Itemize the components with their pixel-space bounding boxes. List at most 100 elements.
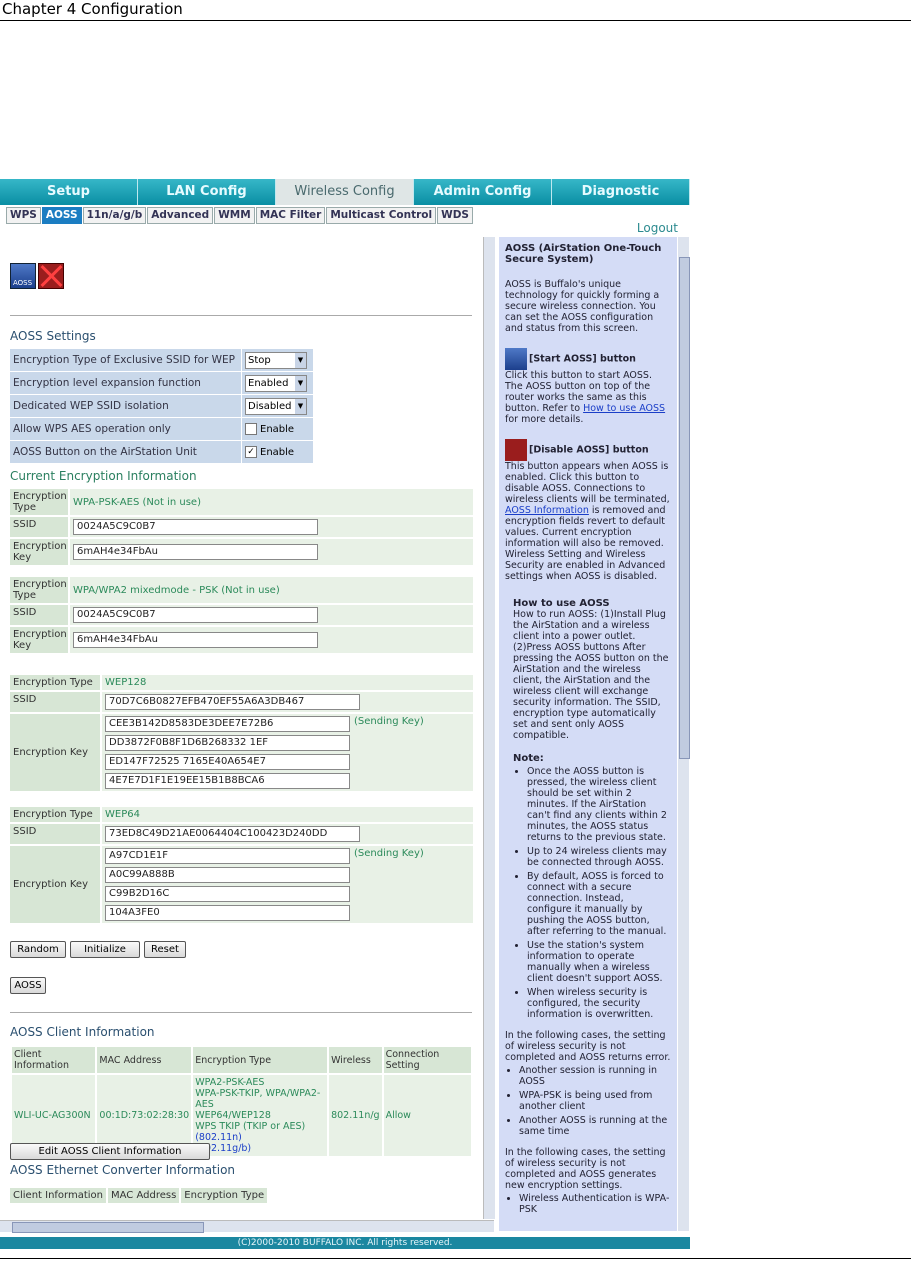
subtab-aoss[interactable]: AOSS bbox=[41, 207, 82, 224]
logout-link[interactable]: Logout bbox=[637, 221, 678, 235]
edit-client-info-button[interactable]: Edit AOSS Client Information bbox=[10, 1143, 210, 1160]
settings-row: Encryption Type of Exclusive SSID for WE… bbox=[10, 349, 313, 371]
enc-key-label: Encryption Key bbox=[10, 846, 100, 923]
wep-key-field[interactable]: C99B2D16C bbox=[105, 886, 350, 902]
initialize-button[interactable]: Initialize bbox=[70, 941, 140, 958]
wep-key-field[interactable]: ED147F72525 7165E40A654E7 bbox=[105, 754, 350, 770]
enc-type-value: WEP64 bbox=[102, 807, 473, 822]
content-horizontal-scrollbar[interactable] bbox=[0, 1220, 494, 1233]
list-item: WPA-PSK is being used from another clien… bbox=[519, 1090, 671, 1112]
col-mac: MAC Address bbox=[97, 1047, 192, 1073]
content-vertical-scrollbar[interactable] bbox=[483, 237, 495, 1219]
ssid-field[interactable]: 73ED8C49D21AE0064404C100423D240DD bbox=[105, 826, 360, 842]
subtab-11n[interactable]: 11n/a/g/b bbox=[82, 207, 147, 224]
enc-line: WPA2-PSK-AES bbox=[195, 1077, 265, 1088]
main-tabs: Setup LAN Config Wireless Config Admin C… bbox=[0, 179, 690, 205]
tab-setup[interactable]: Setup bbox=[0, 179, 138, 205]
tab-wireless-config[interactable]: Wireless Config bbox=[276, 179, 414, 205]
subtab-mac-filter[interactable]: MAC Filter bbox=[255, 207, 326, 224]
following1-list: Another session is running in AOSS WPA-P… bbox=[519, 1065, 671, 1137]
wps-aes-checkbox[interactable] bbox=[245, 423, 257, 435]
wep-key-field[interactable]: DD3872F0B8F1D6B268332 1EF bbox=[105, 735, 350, 751]
help-start-text2: for more details. bbox=[505, 414, 584, 425]
note-item: Once the AOSS button is pressed, the wir… bbox=[527, 766, 671, 843]
aoss-button-checkbox[interactable]: ✓ bbox=[245, 446, 257, 458]
col-connection: Connection Setting bbox=[383, 1047, 471, 1073]
enc-key-label: Encryption Key bbox=[10, 627, 68, 653]
ssid-field[interactable]: 70D7C6B0827EFB470EF55A6A3DB467 bbox=[105, 694, 360, 710]
help-disable-text: This button appears when AOSS is enabled… bbox=[505, 461, 670, 505]
client-wireless: 802.11n/g bbox=[329, 1075, 382, 1156]
client-enc: WPA2-PSK-AES WPA-PSK-TKIP, WPA/WPA2-AES … bbox=[193, 1075, 328, 1156]
start-aoss-icon[interactable]: AOSS bbox=[10, 263, 36, 289]
enc-type-value: WPA/WPA2 mixedmode - PSK (Not in use) bbox=[70, 577, 473, 603]
wep-key-field[interactable]: 4E7E7D1F1E19EE15B1B8BCA6 bbox=[105, 773, 350, 789]
disable-aoss-help-title: [Disable AOSS] button bbox=[529, 444, 649, 456]
subtab-wds[interactable]: WDS bbox=[437, 207, 473, 224]
enc-mode-label: (802.11n) bbox=[195, 1132, 242, 1143]
random-button[interactable]: Random bbox=[10, 941, 66, 958]
encryption-expansion-select[interactable]: Enabled bbox=[245, 374, 307, 392]
checkbox-label: Enable bbox=[260, 423, 295, 435]
start-aoss-help-title: [Start AOSS] button bbox=[529, 353, 636, 365]
wep-ssid-encryption-select[interactable]: Stop bbox=[245, 351, 307, 369]
eth-col-mac: MAC Address bbox=[108, 1188, 180, 1203]
how-to-use-aoss-link[interactable]: How to use AOSS bbox=[583, 403, 665, 414]
note-item: Use the station's system information to … bbox=[527, 940, 671, 984]
enc-key-field[interactable]: 6mAH4e34FbAu bbox=[73, 632, 318, 648]
tab-lan-config[interactable]: LAN Config bbox=[138, 179, 276, 205]
scroll-thumb[interactable] bbox=[12, 1222, 204, 1233]
note-item: When wireless security is configured, th… bbox=[527, 987, 671, 1020]
router-admin-screenshot: Setup LAN Config Wireless Config Admin C… bbox=[0, 179, 690, 1249]
help-scroll-thumb[interactable] bbox=[679, 257, 690, 759]
subtab-advanced[interactable]: Advanced bbox=[147, 207, 214, 224]
wep-key-field[interactable]: CEE3B142D8583DE3DEE7E72B6 bbox=[105, 716, 350, 732]
subtab-wps[interactable]: WPS bbox=[6, 207, 41, 224]
help-following1: In the following cases, the setting of w… bbox=[505, 1030, 671, 1063]
wep-key-field[interactable]: A97CD1E1F bbox=[105, 848, 350, 864]
enc-line: WPA-PSK-TKIP, WPA/WPA2-AES bbox=[195, 1088, 321, 1110]
checkbox-label: Enable bbox=[260, 446, 295, 458]
wep-key-field[interactable]: 104A3FE0 bbox=[105, 905, 350, 921]
help-title: AOSS (AirStation One-Touch Secure System… bbox=[505, 243, 662, 265]
wep-key-field[interactable]: A0C99A888B bbox=[105, 867, 350, 883]
help-vertical-scrollbar[interactable] bbox=[678, 237, 690, 1231]
settings-row: Allow WPS AES operation only Enable bbox=[10, 418, 313, 440]
subtab-wmm[interactable]: WMM bbox=[214, 207, 255, 224]
enc-mode-label: (802.11g/b) bbox=[195, 1143, 252, 1154]
ssid-field[interactable]: 0024A5C9C0B7 bbox=[73, 519, 318, 535]
list-item: Wireless Authentication is WPA-PSK bbox=[519, 1193, 671, 1215]
enc-type-label: Encryption Type bbox=[10, 675, 100, 690]
start-aoss-help-icon bbox=[505, 348, 527, 370]
disable-aoss-icon[interactable] bbox=[38, 263, 64, 289]
enc-key-field[interactable]: 6mAH4e34FbAu bbox=[73, 544, 318, 560]
enc-line: WEP64/WEP128 bbox=[195, 1110, 271, 1121]
ssid-label: SSID bbox=[10, 692, 100, 712]
enc-type-label: Encryption Type bbox=[10, 489, 68, 515]
wep-isolation-select[interactable]: Disabled bbox=[245, 397, 307, 415]
settings-label: AOSS Button on the AirStation Unit bbox=[10, 441, 241, 463]
subtab-multicast[interactable]: Multicast Control bbox=[326, 207, 437, 224]
client-setting: Allow bbox=[383, 1075, 471, 1156]
following2-list: Wireless Authentication is WPA-PSK bbox=[519, 1193, 671, 1215]
ssid-field[interactable]: 0024A5C9C0B7 bbox=[73, 607, 318, 623]
settings-label: Allow WPS AES operation only bbox=[10, 418, 241, 440]
eth-col-enc: Encryption Type bbox=[181, 1188, 268, 1203]
encryption-block-mixed: Encryption Type WPA/WPA2 mixedmode - PSK … bbox=[10, 577, 473, 655]
aoss-button[interactable]: AOSS bbox=[10, 977, 46, 994]
divider bbox=[10, 315, 472, 316]
ethernet-converter-header: Client Information MAC Address Encryptio… bbox=[10, 1188, 269, 1203]
tab-admin-config[interactable]: Admin Config bbox=[414, 179, 552, 205]
how-to-title: How to use AOSS bbox=[513, 598, 610, 609]
ssid-label: SSID bbox=[10, 517, 68, 537]
document-footer-line bbox=[0, 1258, 911, 1259]
aoss-settings-title: AOSS Settings bbox=[10, 329, 96, 343]
tab-diagnostic[interactable]: Diagnostic bbox=[552, 179, 690, 205]
settings-row: Encryption level expansion function Enab… bbox=[10, 372, 313, 394]
reset-button[interactable]: Reset bbox=[144, 941, 186, 958]
disable-aoss-help-icon bbox=[505, 439, 527, 461]
help-intro: AOSS is Buffalo's unique technology for … bbox=[505, 279, 660, 334]
aoss-information-link[interactable]: AOSS Information bbox=[505, 505, 589, 516]
col-wireless: Wireless bbox=[329, 1047, 382, 1073]
settings-label: Encryption Type of Exclusive SSID for WE… bbox=[10, 349, 241, 371]
